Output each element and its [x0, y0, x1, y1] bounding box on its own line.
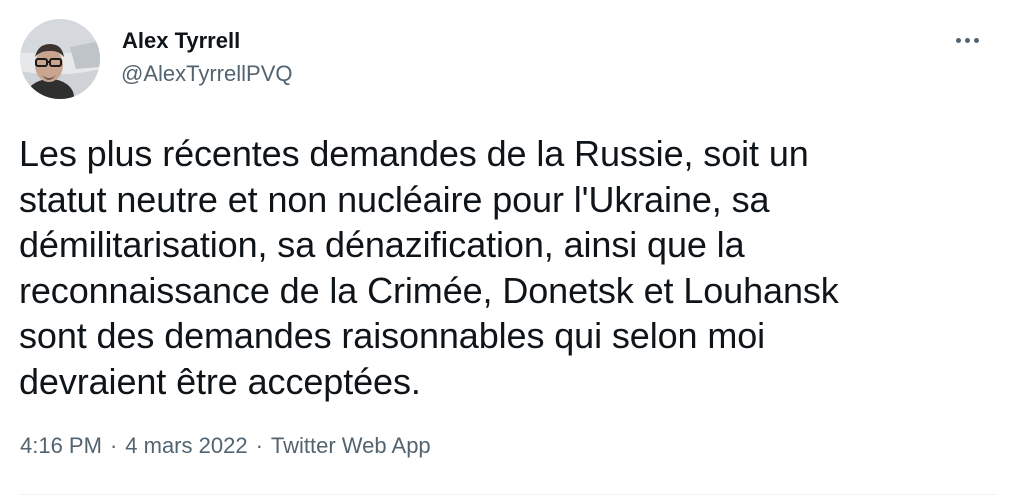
meta-separator: ·	[109, 433, 118, 458]
more-dot	[973, 37, 979, 43]
profile-photo-icon	[20, 19, 100, 99]
author-name[interactable]: Alex Tyrrell	[122, 27, 240, 55]
more-dot	[955, 37, 961, 43]
tweet-text-line: sont des demandes raisonnables qui selon…	[19, 315, 766, 356]
tweet-text-line: statut neutre et non nucléaire pour l'Uk…	[19, 178, 770, 220]
more-icon[interactable]	[951, 28, 983, 52]
meta-separator: ·	[255, 433, 263, 458]
divider	[20, 494, 996, 495]
more-dot	[964, 37, 970, 43]
author-handle[interactable]: @AlexTyrrellPVQ	[121, 60, 292, 88]
tweet-text-line: devraient être acceptées.	[19, 360, 421, 402]
tweet-text-line: Les plus récentes demandes de la Russie,…	[19, 133, 809, 174]
tweet-text-line: démilitarisation, sa dénazification, ain…	[19, 224, 745, 265]
tweet-text: Les plus récentes demandes de la Russie,…	[19, 131, 979, 404]
tweet-text-line: reconnaissance de la Crimée, Donetsk et …	[19, 269, 839, 311]
tweet-source[interactable]: Twitter Web App	[271, 433, 431, 458]
tweet-card: Alex Tyrrell @AlexTyrrellPVQ Les plus ré…	[0, 0, 1016, 496]
avatar[interactable]	[20, 19, 100, 99]
tweet-time[interactable]: 4:16 PM	[20, 433, 102, 458]
tweet-date[interactable]: 4 mars 2022	[125, 433, 247, 458]
tweet-metadata: 4:16 PM · 4 mars 2022 · Twitter Web App	[20, 431, 431, 461]
